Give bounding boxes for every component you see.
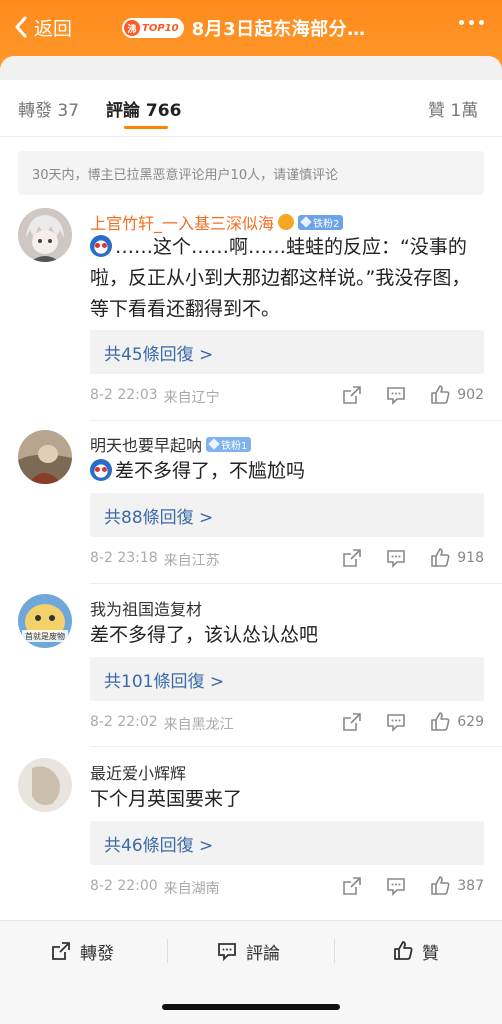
username-row: 最近爱小辉辉 (90, 760, 186, 784)
comment-icon[interactable] (385, 711, 407, 733)
comment-meta: 8-2 22:00 来自湖南 (90, 878, 220, 898)
hot-icon: 沸 (124, 20, 140, 36)
fan-badge: 铁粉2 (298, 214, 344, 230)
top10-badge: 沸 TOP10 (122, 18, 184, 38)
repost-button[interactable]: 轉發 (50, 933, 114, 969)
username-row: 明天也要早起呐 铁粉1 (90, 432, 252, 456)
home-indicator[interactable] (162, 1004, 340, 1010)
username[interactable]: 明天也要早起呐 (90, 432, 202, 456)
comment-text: 差不多得了，不尴尬吗 (90, 456, 486, 487)
username-row: 我为祖国造复材 (90, 596, 202, 620)
username[interactable]: 最近爱小辉辉 (90, 760, 186, 784)
comment-time: 8-2 23:18 (90, 550, 158, 566)
replies-link[interactable]: 共101條回復 > (90, 657, 484, 701)
back-label: 返回 (34, 17, 73, 40)
crown-icon (278, 214, 295, 230)
comment-icon[interactable] (385, 875, 407, 897)
comment-button[interactable]: 評論 (216, 933, 280, 969)
divider (167, 939, 168, 963)
username[interactable]: 上官竹轩_一入基三深似海 (90, 210, 274, 234)
tab-comments[interactable]: 評論 766 (106, 96, 181, 121)
title-text: 8月3日起东海部分… (191, 19, 366, 40)
comment-text: ……这个……啊……蛙蛙的反应：“没事的啦，反正从小到大那边都这样说。”我没存图，… (90, 232, 486, 325)
username-row: 上官竹轩_一入基三深似海 铁粉2 (90, 210, 344, 234)
emoji-icon (90, 235, 112, 257)
replies-link[interactable]: 共46條回復 > (90, 821, 484, 865)
like-count: 629 (457, 714, 484, 730)
emoji-icon (90, 459, 112, 481)
tab-bar: 轉發 37 評論 766 贊 1萬 (0, 80, 502, 136)
comment-source: 来自黑龙江 (163, 717, 234, 733)
top10-label: TOP10 (142, 22, 179, 34)
share-icon[interactable] (341, 875, 363, 897)
comment-actions: 629 (319, 711, 484, 733)
comment-body: 差不多得了，不尴尬吗 (115, 460, 306, 482)
comment-icon[interactable] (385, 384, 407, 406)
comment-label: 評論 (246, 943, 280, 964)
block-notice: 30天内，博主已拉黑恶意评论用户10人，请谨慎评论 (18, 151, 484, 195)
comment-icon[interactable] (385, 547, 407, 569)
share-icon[interactable] (341, 547, 363, 569)
comment-text: 差不多得了，该认怂认怂吧 (90, 624, 319, 646)
header-divider (0, 56, 502, 80)
replies-link[interactable]: 共88條回復 > (90, 493, 484, 537)
like-icon[interactable] (429, 547, 451, 569)
comment-time: 8-2 22:00 (90, 878, 158, 894)
avatar[interactable] (18, 430, 72, 484)
more-menu-icon[interactable] (459, 20, 484, 25)
comment-time: 8-2 22:02 (90, 714, 158, 730)
like-icon[interactable] (429, 711, 451, 733)
comment-time: 8-2 22:03 (90, 387, 158, 403)
tab-likes[interactable]: 贊 1萬 (428, 96, 478, 121)
tab-reposts[interactable]: 轉發 37 (18, 96, 79, 121)
comment-source: 来自湖南 (163, 881, 220, 897)
share-icon[interactable] (341, 384, 363, 406)
fan-badge-label: 铁粉1 (221, 440, 248, 452)
like-icon[interactable] (429, 384, 451, 406)
divider (334, 939, 335, 963)
avatar[interactable]: 首就是废物 (18, 594, 72, 648)
comment-meta: 8-2 22:02 来自黑龙江 (90, 714, 234, 734)
like-label: 贊 (422, 943, 439, 964)
comment-actions: 902 (319, 384, 484, 406)
app-header: 返回 沸 TOP10 8月3日起东海部分… (0, 0, 502, 80)
divider (90, 420, 502, 421)
divider (90, 746, 502, 747)
replies-link[interactable]: 共45條回復 > (90, 330, 484, 374)
divider (90, 583, 502, 584)
comment-source: 来自江苏 (163, 553, 220, 569)
comment-meta: 8-2 23:18 来自江苏 (90, 550, 220, 570)
repost-label: 轉發 (80, 943, 114, 964)
fan-badge: 铁粉1 (206, 436, 252, 452)
bottom-action-bar: 轉發 評論 贊 (0, 920, 502, 1024)
back-button[interactable]: 返回 (14, 12, 72, 42)
comment-icon (218, 943, 236, 962)
page-title: 沸 TOP10 8月3日起东海部分… (122, 14, 366, 42)
avatar[interactable] (18, 758, 72, 812)
fan-badge-label: 铁粉2 (313, 218, 340, 230)
chevron-left-icon (15, 16, 27, 38)
avatar[interactable] (18, 208, 72, 262)
comment-meta: 8-2 22:03 来自辽宁 (90, 387, 220, 407)
like-button[interactable]: 贊 (392, 933, 439, 969)
username[interactable]: 我为祖国造复材 (90, 596, 202, 620)
comment-body: ……这个……啊……蛙蛙的反应：“没事的啦，反正从小到大那边都这样说。”我没存图，… (90, 236, 471, 320)
comment-actions: 918 (319, 547, 484, 569)
share-icon[interactable] (341, 711, 363, 733)
like-count: 387 (457, 878, 484, 894)
like-icon[interactable] (429, 875, 451, 897)
divider (0, 136, 502, 137)
comment-actions: 387 (319, 875, 484, 897)
like-count: 918 (457, 550, 484, 566)
comment-text: 下个月英国要来了 (90, 788, 243, 810)
avatar-caption: 首就是废物 (25, 631, 65, 641)
like-icon (394, 941, 413, 960)
comment-source: 来自辽宁 (163, 390, 220, 406)
tab-active-indicator (124, 126, 168, 129)
like-count: 902 (457, 387, 484, 403)
share-icon (52, 942, 70, 960)
